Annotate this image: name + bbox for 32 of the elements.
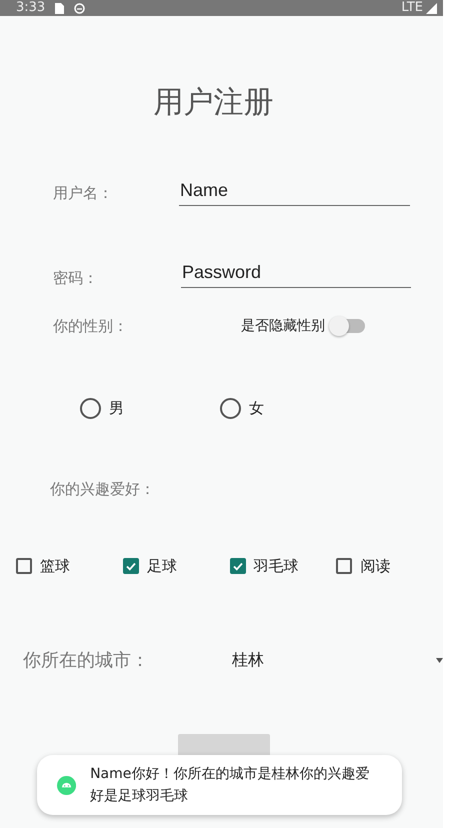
radio-label: 男: [109, 398, 124, 418]
checkbox[interactable]: [122, 558, 139, 574]
checkbox-label: 足球: [146, 556, 177, 576]
input-field[interactable]: Password: [181, 262, 411, 288]
radio-button[interactable]: [220, 398, 241, 418]
checkbox-label: 篮球: [40, 556, 70, 576]
checkmark-icon: [124, 560, 137, 572]
dropdown-value[interactable]: 桂林: [232, 650, 264, 670]
field-label: 用户名：: [53, 184, 114, 202]
checkbox-label: 阅读: [360, 556, 390, 576]
signal-icon: [426, 2, 437, 14]
circle-icon: [74, 2, 86, 14]
field-label: 你所在的城市：: [23, 649, 150, 672]
radio-label: 女: [249, 398, 264, 418]
page-title: 用户注册: [152, 85, 274, 121]
checkmark-icon: [232, 560, 244, 572]
checkbox[interactable]: [16, 558, 32, 574]
status-time: 3:33: [16, 0, 46, 16]
field-label: 密码：: [53, 269, 99, 288]
field-label: 你的兴趣爱好：: [50, 480, 155, 498]
checkbox-label: 羽毛球: [254, 556, 298, 576]
dropdown-arrow-icon[interactable]: [436, 658, 443, 662]
field-label: 你的性别：: [53, 316, 128, 336]
toast-message: Name你好！你所在的城市是桂林你的兴趣爱好是足球羽毛球: [90, 765, 370, 806]
switch-label: 是否隐藏性别: [241, 317, 325, 335]
network-type: LTE: [401, 0, 423, 16]
sim-card-icon: [55, 2, 64, 14]
checkbox[interactable]: [230, 558, 246, 574]
checkbox[interactable]: [336, 558, 352, 574]
radio-button[interactable]: [80, 398, 101, 418]
input-field[interactable]: Name: [179, 180, 410, 206]
toggle-switch[interactable]: [331, 319, 365, 333]
